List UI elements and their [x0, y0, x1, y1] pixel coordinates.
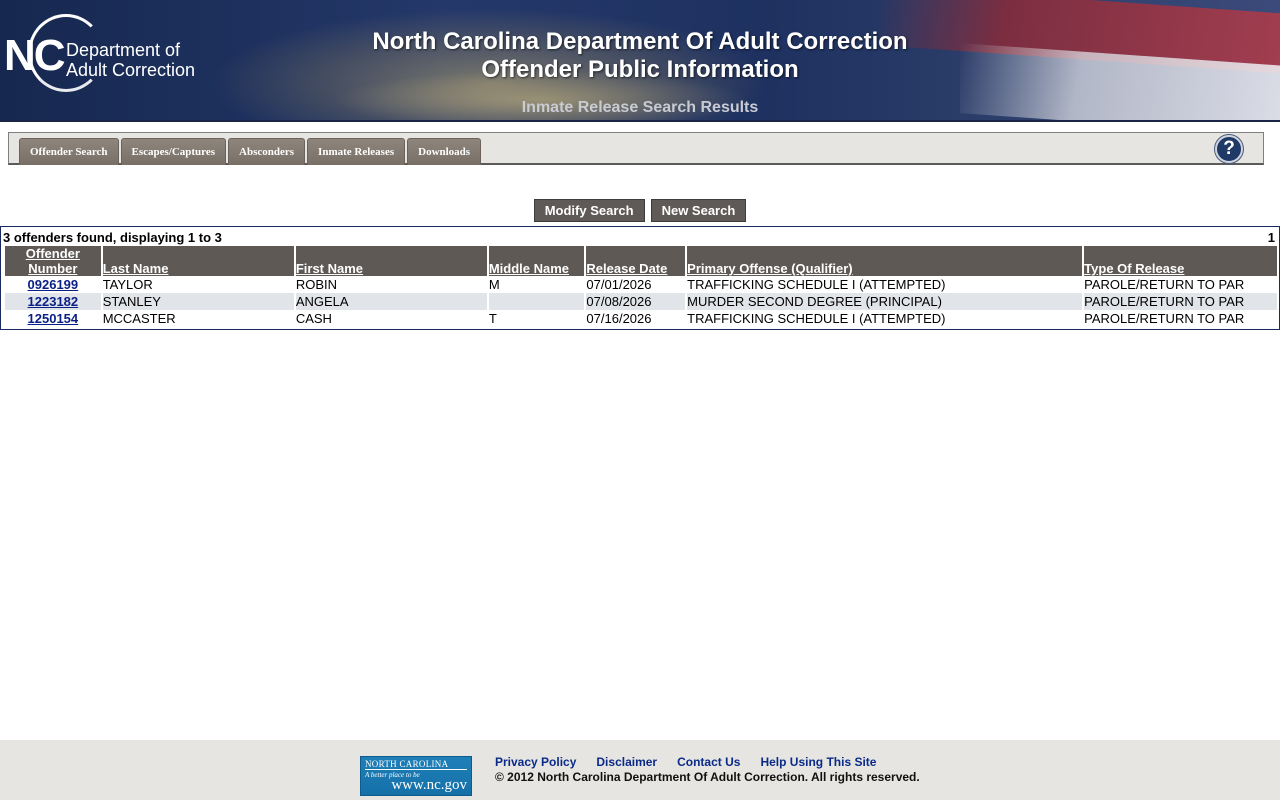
logo-text: Department of Adult Correction	[66, 40, 195, 80]
offender-number-cell: 0926199	[5, 276, 101, 293]
nav-tabs: Offender Search Escapes/Captures Abscond…	[19, 138, 482, 165]
col-release-type[interactable]: Type Of Release	[1084, 246, 1277, 276]
last-name-cell: TAYLOR	[102, 277, 153, 292]
first-name-cell: CASH	[295, 311, 332, 326]
last-name-cell: STANLEY	[102, 293, 294, 310]
tab-absconders[interactable]: Absconders	[228, 138, 306, 165]
table-row: 0926199 TAYLOR ROBIN M 07/01/2026 TRAFFI…	[5, 276, 1277, 293]
table-row: 1223182 STANLEY ANGELA 07/08/2026 MURDER…	[5, 293, 1277, 310]
results-summary: 3 offenders found, displaying 1 to 3	[3, 230, 222, 245]
col-last-name[interactable]: Last Name	[102, 246, 294, 276]
tab-inmate-releases[interactable]: Inmate Releases	[307, 138, 406, 165]
offender-number-link[interactable]: 1223182	[28, 294, 79, 309]
last-name-cell: MCCASTER	[102, 311, 176, 326]
contact-us-link[interactable]: Contact Us	[677, 755, 740, 769]
tab-downloads[interactable]: Downloads	[407, 138, 482, 165]
copyright-text: © 2012 North Carolina Department Of Adul…	[495, 770, 920, 784]
col-first-name[interactable]: First Name	[295, 246, 487, 276]
logo-mark: NC	[4, 31, 66, 80]
col-release-date[interactable]: Release Date	[586, 246, 686, 276]
col-offender-number-line-2: Number	[28, 261, 78, 276]
offender-number-cell: 1250154	[5, 310, 101, 327]
col-offender-number-line-1: Offender	[25, 246, 80, 261]
release-type-cell: PAROLE/RETURN TO PAR	[1084, 277, 1245, 292]
primary-offense-cell: MURDER SECOND DEGREE (PRINCIPAL)	[687, 293, 1083, 310]
first-name-cell: ROBIN	[295, 277, 337, 292]
table-row: 1250154 MCCASTER CASH T 07/16/2026 TRAFF…	[5, 310, 1277, 327]
release-type-cell: PAROLE/RETURN TO PAR	[1084, 293, 1277, 310]
col-middle-name[interactable]: Middle Name	[488, 246, 585, 276]
footer-links: Privacy Policy Disclaimer Contact Us Hel…	[495, 755, 876, 769]
release-type-cell: PAROLE/RETURN TO PAR	[1084, 311, 1245, 326]
page-title-line-2: Offender Public Information	[481, 56, 799, 83]
offender-number-link[interactable]: 1250154	[28, 311, 79, 326]
ncgov-line-3: www.nc.gov	[391, 777, 467, 793]
page-title: North Carolina Department Of Adult Corre…	[300, 28, 980, 84]
logo-line-1: Department of	[66, 40, 181, 60]
offender-number-cell: 1223182	[5, 293, 101, 310]
new-search-button[interactable]: New Search	[650, 199, 747, 222]
primary-offense-cell: TRAFFICKING SCHEDULE I (ATTEMPTED)	[687, 277, 946, 292]
primary-offense-cell: TRAFFICKING SCHEDULE I (ATTEMPTED)	[687, 311, 946, 326]
disclaimer-link[interactable]: Disclaimer	[596, 755, 657, 769]
footer: NORTH CAROLINA A better place to be www.…	[0, 740, 1280, 800]
results-panel: 3 offenders found, displaying 1 to 3 1 O…	[0, 226, 1280, 330]
page-title-line-1: North Carolina Department Of Adult Corre…	[372, 28, 908, 55]
page-subtitle: Inmate Release Search Results	[521, 99, 759, 116]
nav-bar: Offender Search Escapes/Captures Abscond…	[8, 132, 1264, 165]
middle-name-cell: M	[488, 277, 500, 292]
middle-name-cell: T	[488, 311, 497, 326]
header-banner: NC Department of Adult Correction North …	[0, 0, 1280, 122]
dac-logo[interactable]: NC Department of Adult Correction	[4, 14, 214, 94]
tab-offender-search[interactable]: Offender Search	[19, 138, 119, 165]
col-offender-number[interactable]: Offender Number	[5, 246, 101, 276]
release-date-cell: 07/01/2026	[586, 277, 652, 292]
release-date-cell: 07/08/2026	[586, 293, 686, 310]
release-date-cell: 07/16/2026	[586, 311, 652, 326]
logo-line-2: Adult Correction	[66, 60, 196, 80]
help-using-site-link[interactable]: Help Using This Site	[760, 755, 876, 769]
search-actions: Modify Search New Search	[0, 199, 1280, 222]
offender-number-link[interactable]: 0926199	[28, 277, 79, 292]
ncgov-logo[interactable]: NORTH CAROLINA A better place to be www.…	[360, 756, 472, 796]
col-primary-offense[interactable]: Primary Offense (Qualifier)	[687, 246, 1083, 276]
results-table: Offender Number Last Name First Name Mid…	[3, 246, 1279, 327]
privacy-policy-link[interactable]: Privacy Policy	[495, 755, 576, 769]
table-header-row: Offender Number Last Name First Name Mid…	[5, 246, 1277, 276]
middle-name-cell	[488, 293, 585, 310]
tab-escapes-captures[interactable]: Escapes/Captures	[120, 138, 227, 165]
ncgov-line-1: NORTH CAROLINA	[365, 759, 467, 770]
page-number[interactable]: 1	[1268, 230, 1275, 245]
question-circle-icon[interactable]: ?	[1215, 135, 1243, 163]
modify-search-button[interactable]: Modify Search	[533, 199, 645, 222]
first-name-cell: ANGELA	[295, 293, 487, 310]
